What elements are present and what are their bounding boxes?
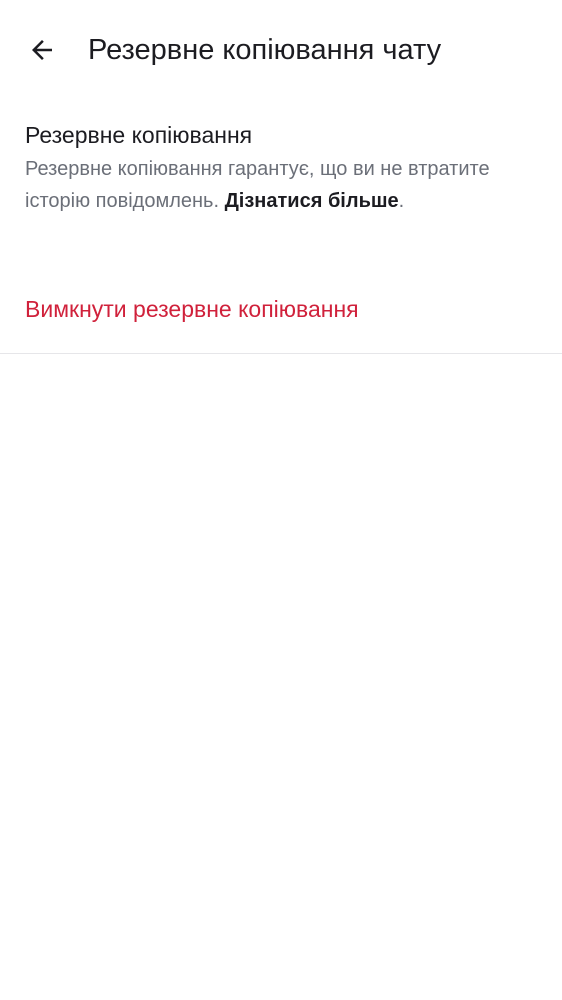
backup-description: Резервне копіювання гарантує, що ви не в…: [25, 153, 535, 217]
description-end: .: [398, 190, 405, 212]
arrow-left-icon: [27, 35, 57, 65]
disable-backup-button[interactable]: Вимкнути резервне копіювання: [25, 290, 359, 328]
learn-more-link[interactable]: Дізнатися більше: [225, 190, 399, 212]
page-title: Резервне копіювання чату: [88, 34, 442, 66]
section-title: Резервне копіювання: [25, 122, 253, 148]
backup-section: Резервне копіювання Резервне копіювання …: [25, 117, 535, 217]
back-button[interactable]: [18, 26, 66, 74]
divider: [0, 353, 562, 354]
app-bar: Резервне копіювання чату: [0, 0, 562, 100]
